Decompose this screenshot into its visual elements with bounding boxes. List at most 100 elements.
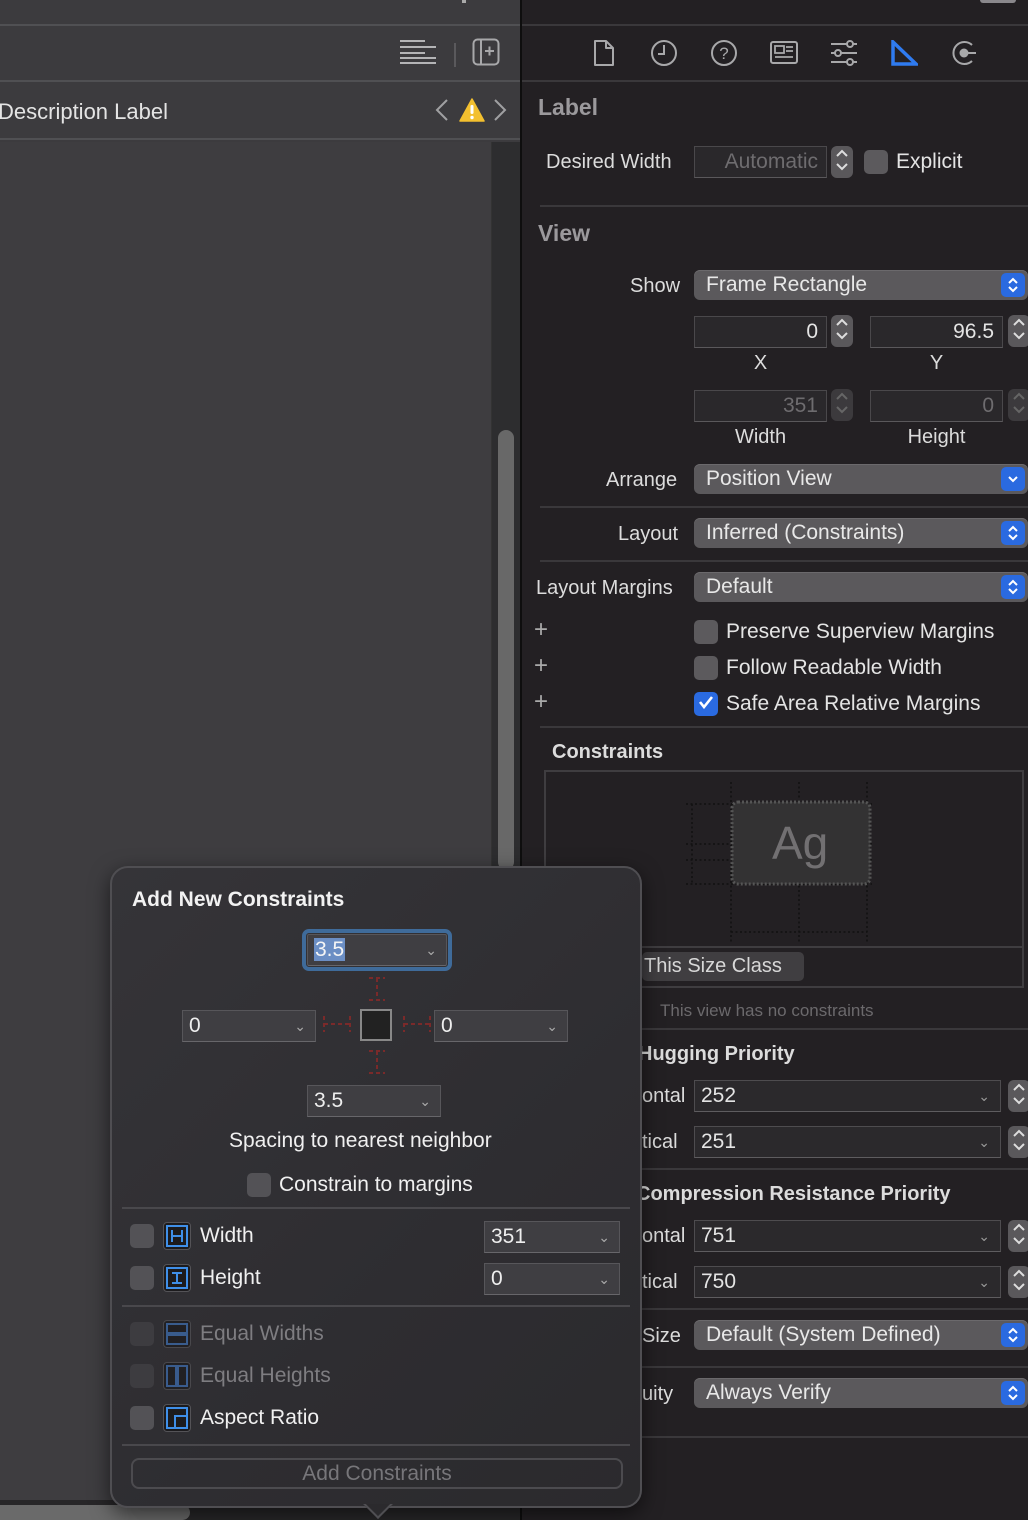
compression-vertical-stepper[interactable] [1008,1266,1028,1298]
y-stepper[interactable] [1008,315,1028,347]
add-variation-button[interactable]: + [534,690,548,714]
view-section-title: View [538,220,590,246]
popup-arrows-icon [1001,521,1025,545]
show-popup-value: Frame Rectangle [706,273,868,296]
compression-horizontal-value: 751 [701,1224,737,1247]
desired-width-stepper[interactable] [831,146,853,178]
popup-arrows-icon [1001,273,1025,297]
label-section-title: Label [538,94,599,120]
popup-arrows-icon [1001,1323,1025,1347]
tab-file-inspector[interactable] [588,39,620,71]
height-constraint-checkbox[interactable] [130,1266,154,1290]
hugging-vertical-combo[interactable]: 251 ⌄ [694,1126,1001,1158]
safe-area-relative-margins-checkbox[interactable] [694,692,718,716]
constrain-to-margins-checkbox[interactable] [247,1173,271,1197]
explicit-checkbox[interactable] [864,150,888,174]
bottom-spacing-combo[interactable]: 3.5 ⌄ [307,1085,441,1117]
tab-quick-help-inspector[interactable]: ? [708,39,740,71]
stepper-arrows-icon [1012,390,1026,421]
stepper-arrows-icon [1012,1221,1026,1252]
equal-widths-label: Equal Widths [200,1322,324,1345]
x-stepper[interactable] [831,315,853,347]
hugging-vertical-label: tical [642,1131,678,1153]
jump-bar-title[interactable]: Description Label [0,99,168,125]
chevron-down-icon: ⌄ [419,1093,431,1109]
chevron-down-icon: ⌄ [978,1134,990,1150]
tab-identity-inspector[interactable] [768,39,800,71]
add-variation-button[interactable]: + [534,618,548,642]
layout-popup[interactable]: Inferred (Constraints) [694,518,1028,548]
popover-title: Add New Constraints [132,888,345,911]
vertical-scrollbar-thumb[interactable] [498,430,514,870]
y-field[interactable]: 96.5 [870,316,1003,348]
right-spacing-combo[interactable]: 0 ⌄ [434,1010,568,1042]
compression-horizontal-combo[interactable]: 751 ⌄ [694,1220,1001,1252]
warning-button[interactable] [458,97,486,127]
equal-heights-icon [163,1362,191,1390]
add-editor-icon [472,38,500,71]
desired-width-field[interactable]: Automatic [694,146,827,178]
aspect-ratio-label: Aspect Ratio [200,1406,320,1429]
this-size-class-button[interactable]: This Size Class [642,952,804,981]
divider [122,1305,630,1307]
stepper-arrows-icon [1012,1267,1026,1298]
chevron-left-icon [435,98,449,127]
add-variation-button[interactable]: + [534,654,548,678]
aspect-ratio-checkbox[interactable] [130,1406,154,1430]
intrinsic-size-popup[interactable]: Default (System Defined) [694,1320,1028,1350]
bottom-spacing-value: 3.5 [314,1089,344,1112]
hugging-vertical-stepper[interactable] [1008,1126,1028,1158]
x-field[interactable]: 0 [694,316,827,348]
divider [540,726,1028,728]
constraints-section-title: Constraints [552,741,664,763]
add-constraints-button[interactable]: Add Constraints [131,1458,623,1489]
preserve-superview-margins-checkbox[interactable] [694,620,718,644]
divider [122,1444,630,1446]
stepper-arrows-icon [1012,316,1026,347]
next-issue-button[interactable] [490,98,510,126]
chevron-down-icon: ⌄ [425,942,437,958]
follow-readable-width-checkbox[interactable] [694,656,718,680]
left-spacing-combo[interactable]: 0 ⌄ [182,1010,316,1042]
divider [642,1436,1028,1438]
width-constraint-icon [163,1222,191,1250]
top-spacing-combo[interactable]: 3.5 ⌄ [302,929,452,971]
warning-icon [459,97,485,127]
jump-bar: Description Label [0,84,520,140]
width-label: Width [734,426,787,448]
tab-connections-inspector[interactable] [948,39,980,71]
editor-tab-strip [0,0,520,26]
divider [642,1168,1028,1170]
chevron-down-icon: ⌄ [978,1274,990,1290]
no-constraints-message: This view has no constraints [660,1001,874,1020]
constraint-guides [323,977,431,1074]
arrange-popup[interactable]: Position View [694,464,1028,494]
width-stepper [831,389,853,421]
hugging-horizontal-combo[interactable]: 252 ⌄ [694,1080,1001,1112]
layout-margins-popup-value: Default [706,575,773,598]
height-label: Height [907,426,966,448]
hugging-horizontal-stepper[interactable] [1008,1080,1028,1112]
height-field: 0 [870,390,1003,422]
compression-horizontal-stepper[interactable] [1008,1220,1028,1252]
width-constraint-checkbox[interactable] [130,1224,154,1248]
tab-attributes-inspector[interactable] [828,39,860,71]
height-constraint-combo[interactable]: 0 ⌄ [484,1263,620,1295]
toolbar-divider [454,43,456,67]
show-label: Show [630,275,681,297]
ambiguity-popup[interactable]: Always Verify [694,1378,1028,1408]
compression-vertical-combo[interactable]: 750 ⌄ [694,1266,1001,1298]
checkmark-icon [698,695,714,714]
add-editor-button[interactable] [470,38,502,71]
layout-margins-popup[interactable]: Default [694,572,1028,602]
width-constraint-combo[interactable]: 351 ⌄ [484,1221,620,1253]
layout-label: Layout [618,523,679,545]
editor-options-button[interactable] [398,39,438,68]
tab-history-inspector[interactable] [648,39,680,71]
compression-resistance-title: Compression Resistance Priority [636,1183,951,1205]
y-label: Y [929,352,944,374]
hugging-priority-title: Hugging Priority [638,1043,795,1065]
previous-issue-button[interactable] [432,98,452,126]
tab-size-inspector[interactable] [888,37,921,71]
show-popup[interactable]: Frame Rectangle [694,270,1028,300]
